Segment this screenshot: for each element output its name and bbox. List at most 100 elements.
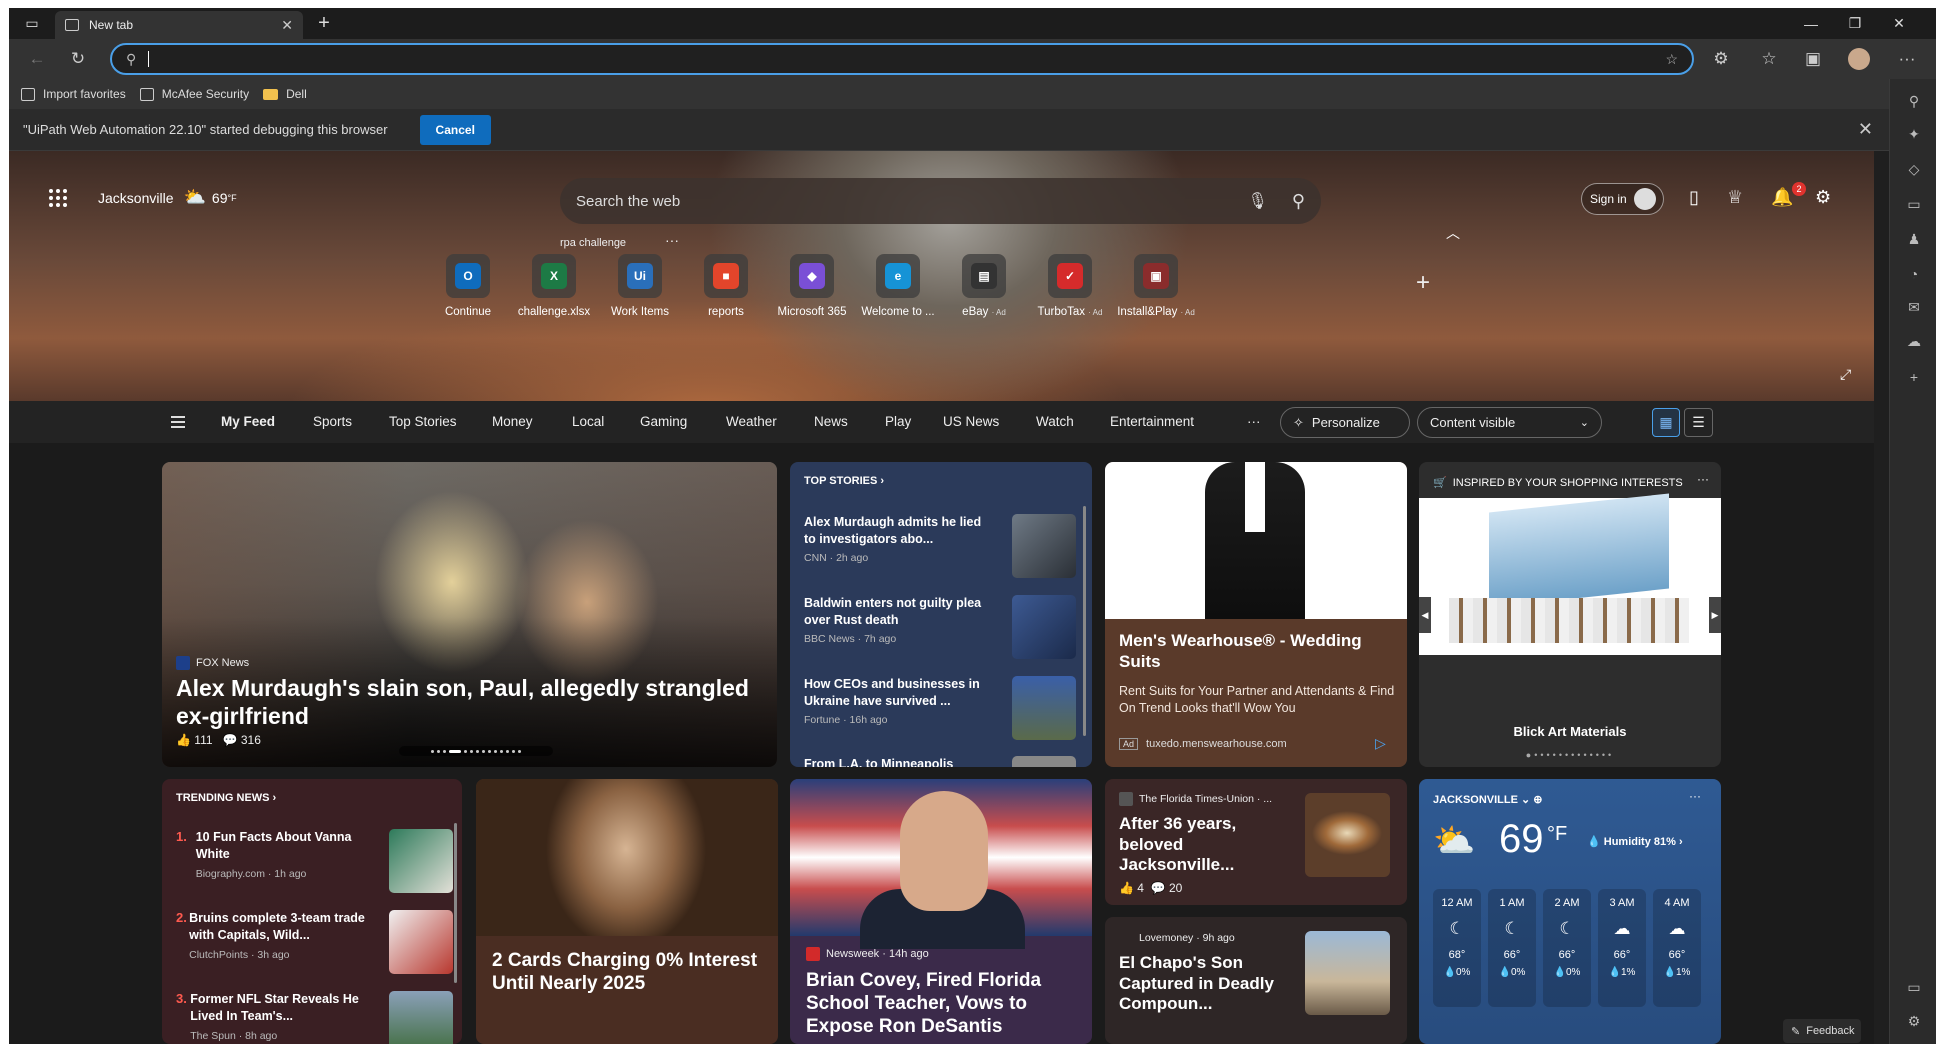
scroll-indicator[interactable]	[454, 823, 457, 983]
page-settings-icon[interactable]: ⚙	[1815, 187, 1831, 208]
phone-icon[interactable]: ▯	[1689, 187, 1699, 208]
discover-icon[interactable]: ✦	[1904, 124, 1924, 144]
ad-card-mens-wearhouse[interactable]: Men's Wearhouse® - Wedding Suits Rent Su…	[1105, 462, 1407, 767]
hourly-forecast[interactable]: 3 AM ☁ 66° 💧1%	[1598, 889, 1646, 1007]
quick-link-4[interactable]: ◆ Microsoft 365	[767, 254, 857, 318]
extensions-icon[interactable]: ⚙	[1709, 47, 1733, 71]
tab-watch[interactable]: Watch	[1036, 414, 1074, 429]
settings-more-icon[interactable]: ···	[1895, 47, 1919, 71]
comment-icon[interactable]: 💬	[223, 733, 238, 747]
address-bar[interactable]: ⚲ ☆	[110, 43, 1694, 75]
microphone-icon[interactable]: 🎙	[1248, 191, 1268, 211]
trending-item[interactable]: 1. 10 Fun Facts About Vanna White Biograph…	[176, 829, 386, 880]
weather-city[interactable]: JACKSONVILLE ⌄ ⊕	[1433, 793, 1543, 806]
web-search-box[interactable]: Search the web 🎙 ⚲	[560, 178, 1321, 224]
carousel-dots[interactable]: ●•••••••••••••	[1419, 750, 1721, 760]
tab-sports[interactable]: Sports	[313, 414, 352, 429]
back-icon[interactable]: ←	[25, 47, 49, 71]
bookmark-dell-folder[interactable]: Dell	[263, 87, 307, 101]
top-stories-title[interactable]: TOP STORIES ›	[804, 475, 884, 487]
ad-choices-icon[interactable]: ▷	[1375, 735, 1386, 752]
quick-link-3[interactable]: ■ reports	[681, 254, 771, 318]
microsoft365-icon[interactable]: ◔	[1904, 264, 1924, 284]
tab-gaming[interactable]: Gaming	[640, 414, 687, 429]
weather-more-icon[interactable]: ···	[1689, 789, 1701, 803]
tab-entertainment[interactable]: Entertainment	[1110, 414, 1194, 429]
shopping-card[interactable]: 🛒 INSPIRED BY YOUR SHOPPING INTERESTS ···…	[1419, 462, 1721, 767]
trending-item[interactable]: 3. Former NFL Star Reveals He Lived In Te…	[176, 991, 386, 1042]
content-visibility-select[interactable]: Content visible ⌄	[1417, 407, 1602, 438]
quick-link-7[interactable]: ✓ TurboTax · Ad	[1025, 254, 1115, 318]
refresh-icon[interactable]: ↻	[66, 47, 90, 71]
tab-weather[interactable]: Weather	[726, 414, 777, 429]
add-sidebar-icon[interactable]: +	[1904, 367, 1924, 387]
feed-more-icon[interactable]: ···	[1247, 414, 1261, 429]
grid-layout-button[interactable]: ▦	[1652, 408, 1680, 437]
app-launcher-icon[interactable]	[49, 189, 67, 207]
outlook-icon[interactable]: ✉	[1904, 297, 1924, 317]
restore-button[interactable]: ❐	[1835, 8, 1875, 39]
collections-icon[interactable]: ▣	[1801, 47, 1825, 71]
recent-more-icon[interactable]: ···	[665, 232, 679, 248]
jacksonville-story-card[interactable]: The Florida Times-Union · ... After 36 y…	[1105, 779, 1407, 905]
tab-us-news[interactable]: US News	[943, 414, 999, 429]
quick-link-0[interactable]: O Continue	[423, 254, 513, 318]
tab-local[interactable]: Local	[572, 414, 604, 429]
carousel-prev-icon[interactable]: ◀	[1419, 597, 1431, 633]
top-story-item[interactable]: How CEOs and businesses in Ukraine have …	[804, 676, 984, 726]
humidity-link[interactable]: 💧 Humidity 81% ›	[1587, 835, 1683, 848]
rewards-icon[interactable]: ♕	[1727, 187, 1743, 208]
add-quick-link-icon[interactable]: +	[1416, 269, 1430, 297]
newsweek-story-card[interactable]: Newsweek · 14h ago Brian Covey, Fired Fl…	[790, 779, 1092, 1044]
lovemoney-story-card[interactable]: Lovemoney · 9h ago El Chapo's Son Captur…	[1105, 917, 1407, 1044]
tab-close-icon[interactable]: ✕	[281, 17, 293, 34]
hero-story-card[interactable]: FOX News Alex Murdaugh's slain son, Paul…	[162, 462, 777, 767]
top-story-item[interactable]: Baldwin enters not guilty plea over Rust…	[804, 595, 984, 645]
like-icon[interactable]: 👍	[176, 733, 191, 747]
weather-card[interactable]: JACKSONVILLE ⌄ ⊕ ··· ⛅ 69 °F 💧 Humidity …	[1419, 779, 1721, 1044]
bookmark-import-favorites[interactable]: Import favorites	[21, 87, 126, 101]
quick-link-8[interactable]: ▣ Install&Play · Ad	[1111, 254, 1201, 318]
recent-search-chip[interactable]: rpa challenge	[560, 237, 626, 249]
shopping-tag-icon[interactable]: ◇	[1904, 159, 1924, 179]
trending-item[interactable]: 2. Bruins complete 3-team trade with Capi…	[176, 910, 386, 961]
hourly-forecast[interactable]: 4 AM ☁ 66° 💧1%	[1653, 889, 1701, 1007]
quick-link-5[interactable]: e Welcome to ...	[853, 254, 943, 318]
like-icon[interactable]: 👍	[1119, 881, 1134, 895]
search-icon[interactable]: ⚲	[1904, 91, 1924, 111]
promo-story-card[interactable]: 2 Cards Charging 0% Interest Until Nearl…	[476, 779, 778, 1044]
tab-actions-icon[interactable]: ▭	[19, 8, 45, 39]
list-layout-button[interactable]: ☰	[1684, 408, 1713, 437]
tools-icon[interactable]: ▭	[1904, 194, 1924, 214]
carousel-dots[interactable]	[399, 746, 553, 756]
drop-icon[interactable]: ☁	[1904, 331, 1924, 351]
quick-link-6[interactable]: ▤ eBay · Ad	[939, 254, 1029, 318]
search-icon[interactable]: ⚲	[1292, 191, 1305, 212]
top-story-item[interactable]: Alex Murdaugh admits he lied to investig…	[804, 514, 984, 564]
expand-icon[interactable]: ⤢	[1840, 366, 1851, 383]
sign-in-button[interactable]: Sign in	[1581, 183, 1664, 215]
profile-avatar[interactable]	[1847, 47, 1871, 71]
cancel-debug-button[interactable]: Cancel	[419, 114, 491, 145]
quick-link-1[interactable]: Xchallenge.xlsx	[509, 254, 599, 318]
notifications-icon[interactable]: 🔔	[1771, 187, 1793, 208]
close-infobar-icon[interactable]: ✕	[1858, 119, 1873, 140]
trending-title[interactable]: TRENDING NEWS ›	[176, 792, 276, 804]
hourly-forecast[interactable]: 2 AM ☾ 66° 💧0%	[1543, 889, 1591, 1007]
carousel-next-icon[interactable]: ▶	[1709, 597, 1721, 633]
tab-top-stories[interactable]: Top Stories	[389, 414, 457, 429]
minimize-button[interactable]: —	[1791, 8, 1831, 39]
hourly-forecast[interactable]: 12 AM ☾ 68° 💧0%	[1433, 889, 1481, 1007]
chevron-up-icon[interactable]: ︿	[1446, 223, 1460, 243]
shopping-more-icon[interactable]: ···	[1697, 472, 1709, 486]
tab-play[interactable]: Play	[885, 414, 911, 429]
bookmark-mcafee[interactable]: McAfee Security	[139, 87, 249, 101]
close-window-button[interactable]: ✕	[1879, 8, 1919, 39]
feedback-button[interactable]: ✎ Feedback	[1783, 1019, 1861, 1043]
games-icon[interactable]: ♟	[1904, 229, 1924, 249]
scroll-indicator[interactable]	[1083, 506, 1086, 736]
top-story-item[interactable]: From L.A. to Minneapolis	[804, 756, 984, 767]
new-tab-button[interactable]: +	[312, 8, 336, 39]
tab-new-tab[interactable]: New tab ✕	[55, 11, 303, 39]
sidebar-settings-icon[interactable]: ⚙	[1904, 1011, 1924, 1031]
